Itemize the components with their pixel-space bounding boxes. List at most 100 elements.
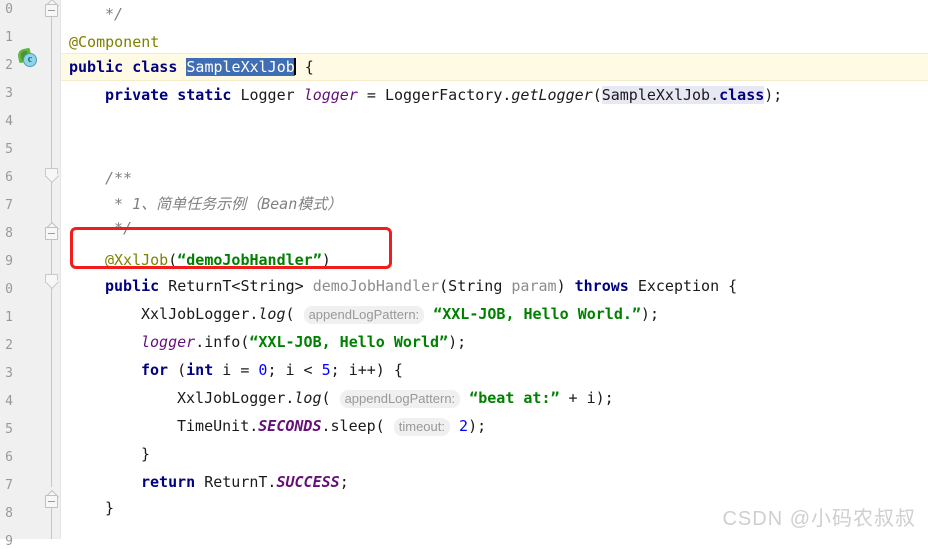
line-number: 6 bbox=[5, 450, 13, 465]
comment-token: */ bbox=[105, 219, 133, 237]
annotation-token: @Component bbox=[69, 33, 160, 51]
field-token: logger bbox=[141, 333, 196, 351]
keyword-token: class bbox=[132, 58, 178, 76]
line-number-column: 0 1 2 3 4 5 6 7 8 9 0 1 2 3 4 5 6 7 8 9 bbox=[0, 0, 14, 549]
fold-guide-line bbox=[51, 181, 52, 227]
code-token: TimeUnit. bbox=[177, 417, 259, 435]
class-marker-icon: c bbox=[23, 53, 37, 67]
fold-collapse-icon[interactable] bbox=[44, 221, 60, 240]
selected-text[interactable]: SampleXxlJob bbox=[186, 58, 295, 76]
line-number: 7 bbox=[5, 478, 13, 493]
line-number: 9 bbox=[5, 534, 13, 549]
number-literal: 5 bbox=[321, 361, 331, 379]
code-token: ( bbox=[168, 251, 178, 269]
fold-collapse-icon[interactable] bbox=[44, 489, 60, 508]
annotation-token: @XxlJob bbox=[105, 251, 169, 269]
code-line[interactable]: } bbox=[141, 440, 150, 468]
keyword-token: class bbox=[719, 86, 765, 104]
string-literal: “XXL-JOB, Hello World” bbox=[249, 333, 449, 351]
code-text-area[interactable]: */@Component public class SampleXxlJob {p… bbox=[60, 0, 928, 539]
code-folding-column[interactable] bbox=[44, 0, 60, 539]
code-line[interactable]: for (int i = 0; i < 5; i++) { bbox=[141, 356, 403, 384]
keyword-token: return bbox=[141, 473, 196, 491]
line-number: 7 bbox=[5, 198, 13, 213]
code-line[interactable]: logger.info(“XXL-JOB, Hello World”); bbox=[141, 328, 466, 356]
method-token: getLogger bbox=[511, 86, 593, 104]
code-line[interactable]: private static Logger logger = LoggerFac… bbox=[105, 81, 782, 109]
line-number: 0 bbox=[5, 2, 13, 17]
code-token: ReturnT<String> bbox=[159, 277, 313, 295]
line-number: 6 bbox=[5, 170, 13, 185]
code-token: ( bbox=[321, 389, 340, 407]
code-line[interactable]: XxlJobLogger.log( appendLogPattern: “bea… bbox=[177, 384, 614, 412]
line-number: 3 bbox=[5, 366, 13, 381]
csdn-watermark: CSDN @小码农叔叔 bbox=[722, 508, 916, 530]
line-number: 2 bbox=[5, 58, 13, 73]
fold-guide-line bbox=[51, 240, 52, 274]
parameter-token: param bbox=[511, 277, 557, 295]
code-token: .sleep( bbox=[321, 417, 394, 435]
line-number: 2 bbox=[5, 338, 13, 353]
line-number: 3 bbox=[5, 86, 13, 101]
code-token: ); bbox=[468, 417, 487, 435]
code-line[interactable]: * 1、简单任务示例（Bean模式） bbox=[105, 190, 342, 218]
code-token: = LoggerFactory. bbox=[357, 86, 512, 104]
code-line[interactable]: /** bbox=[105, 164, 132, 192]
fold-collapse-icon[interactable] bbox=[44, 0, 60, 17]
editor-gutter[interactable]: 0 1 2 3 4 5 6 7 8 9 0 1 2 3 4 5 6 7 8 9 c bbox=[0, 0, 44, 549]
code-line[interactable]: @Component bbox=[69, 28, 159, 56]
usage-highlight: SampleXxlJob bbox=[601, 86, 711, 104]
static-field-token: SECONDS bbox=[258, 417, 322, 435]
code-line[interactable]: public ReturnT<String> demoJobHandler(St… bbox=[105, 272, 737, 300]
code-token: Logger bbox=[231, 86, 304, 104]
line-number: 8 bbox=[5, 226, 13, 241]
line-number: 8 bbox=[5, 506, 13, 521]
code-line[interactable]: */ bbox=[105, 0, 123, 28]
fold-region-end-icon[interactable] bbox=[44, 168, 60, 184]
keyword-token: static bbox=[177, 86, 232, 104]
keyword-token: private bbox=[105, 86, 169, 104]
number-literal: 2 bbox=[459, 417, 469, 435]
parameter-token: demoJobHandler bbox=[312, 277, 440, 295]
java-class-icon[interactable]: c bbox=[16, 47, 40, 70]
parameter-hint: appendLogPattern: bbox=[339, 390, 461, 408]
line-number: 4 bbox=[5, 394, 13, 409]
code-token: XxlJobLogger. bbox=[141, 305, 259, 323]
code-editor-view[interactable]: 0 1 2 3 4 5 6 7 8 9 0 1 2 3 4 5 6 7 8 9 c */ @Component publi… bbox=[0, 0, 928, 549]
fold-region-end-icon[interactable] bbox=[44, 274, 60, 290]
code-token: ( bbox=[285, 305, 304, 323]
code-line[interactable]: } bbox=[105, 494, 114, 522]
code-token: ; i < bbox=[267, 361, 322, 379]
parameter-hint: appendLogPattern: bbox=[303, 306, 425, 324]
code-token: (String bbox=[439, 277, 512, 295]
usage-highlight: . bbox=[710, 86, 720, 104]
code-line[interactable]: */ bbox=[105, 214, 132, 242]
code-line[interactable]: public class SampleXxlJob { bbox=[69, 53, 314, 81]
comment-token: /** bbox=[105, 169, 133, 187]
code-line[interactable]: @XxlJob(“demoJobHandler”) bbox=[105, 246, 331, 274]
keyword-token: for bbox=[141, 361, 169, 379]
code-token: ); bbox=[640, 305, 659, 323]
keyword-token: public bbox=[105, 277, 160, 295]
static-field-token: SUCCESS bbox=[276, 473, 340, 491]
gutter-icon-column[interactable]: c bbox=[14, 0, 44, 539]
code-token: { bbox=[295, 58, 314, 76]
code-line[interactable]: XxlJobLogger.log( appendLogPattern: “XXL… bbox=[141, 300, 659, 328]
method-token: log bbox=[258, 305, 286, 323]
code-token: ) bbox=[556, 277, 575, 295]
method-token: log bbox=[294, 389, 322, 407]
comment-token: */ bbox=[105, 5, 124, 23]
fold-guide-line bbox=[51, 10, 52, 168]
line-number: 1 bbox=[5, 30, 13, 45]
code-token: i = bbox=[213, 361, 259, 379]
code-token: .info( bbox=[195, 333, 250, 351]
code-token: ); bbox=[764, 86, 783, 104]
code-line[interactable]: TimeUnit.SECONDS.sleep( timeout: 2); bbox=[177, 412, 486, 440]
line-number: 4 bbox=[5, 114, 13, 129]
line-number: 5 bbox=[5, 422, 13, 437]
code-token: XxlJobLogger. bbox=[177, 389, 295, 407]
keyword-token: int bbox=[186, 361, 214, 379]
line-number: 1 bbox=[5, 310, 13, 325]
code-line[interactable]: return ReturnT.SUCCESS; bbox=[141, 468, 349, 496]
